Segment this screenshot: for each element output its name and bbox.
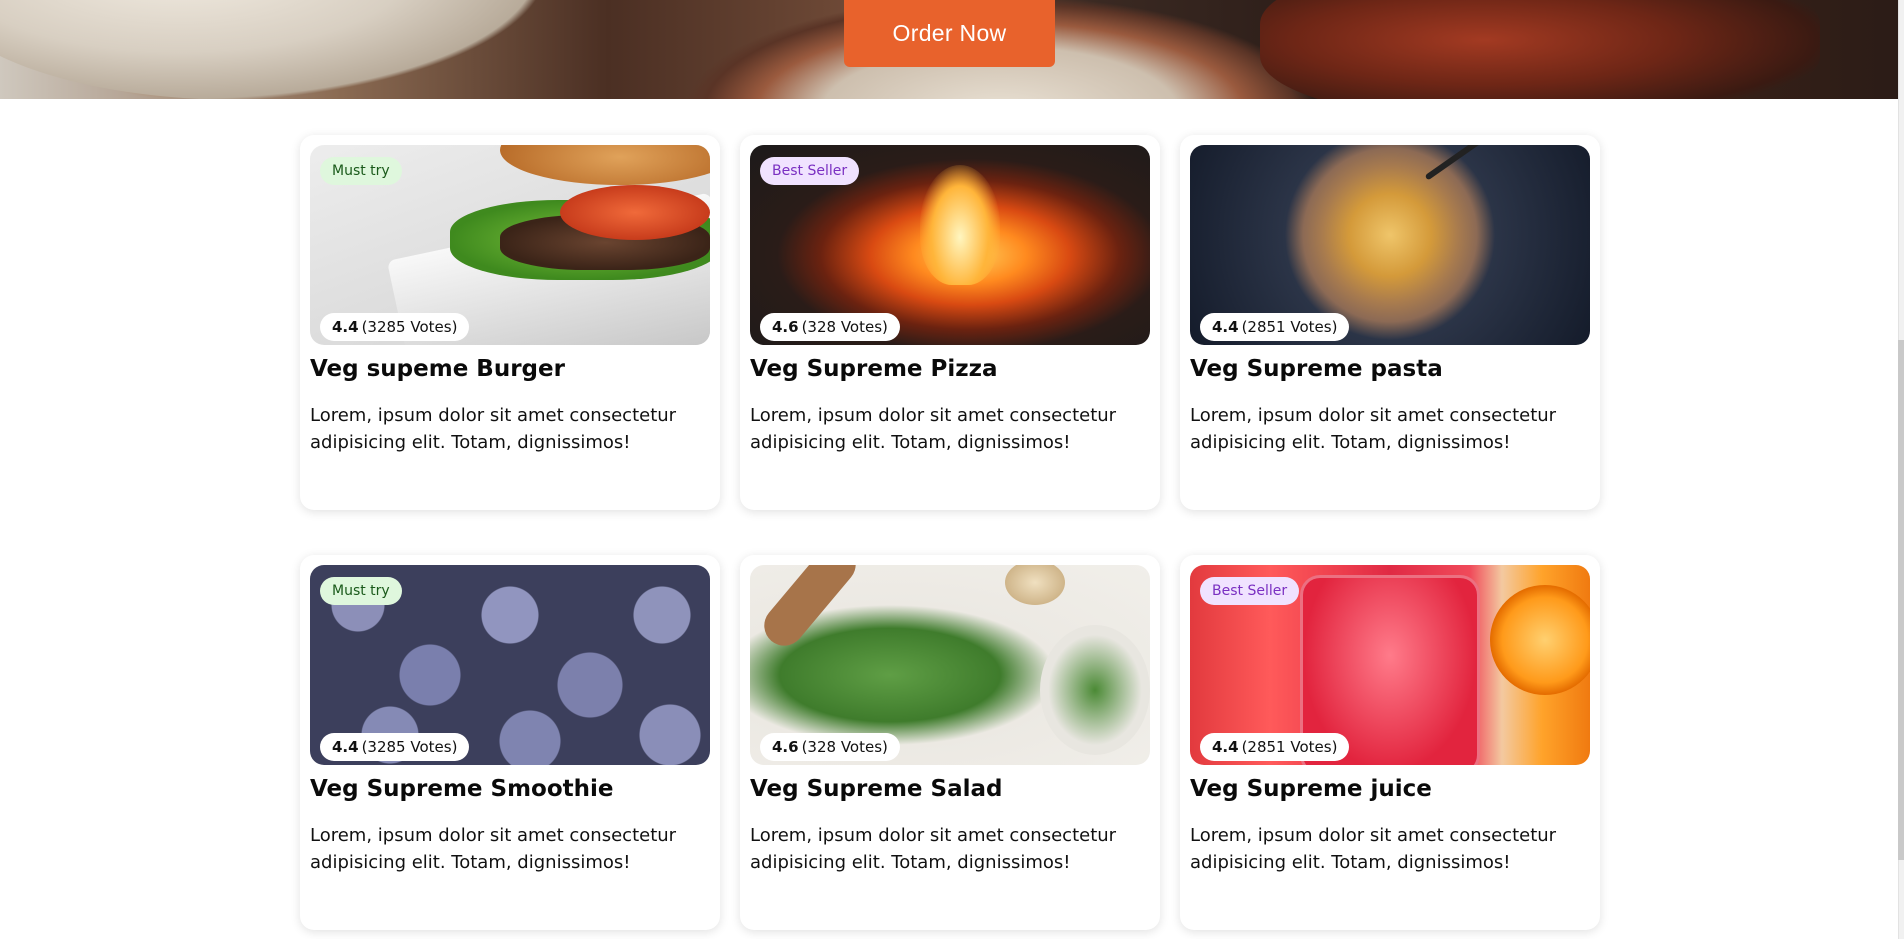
best-seller-badge: Best Seller — [760, 157, 860, 185]
rating-votes: (2851 Votes) — [1241, 738, 1338, 756]
rating-votes: (2851 Votes) — [1241, 318, 1338, 336]
card-description: Lorem, ipsum dolor sit amet consectetur … — [1190, 825, 1557, 873]
salad-image: 4.6 (328 Votes) — [750, 565, 1150, 765]
burger-image: Must try 4.4 (3285 Votes) — [310, 145, 710, 345]
card-title[interactable]: Veg Supreme Pizza — [750, 356, 1150, 382]
rating-score: 4.4 — [1212, 318, 1239, 336]
rating-score: 4.4 — [332, 318, 359, 336]
rating-votes: (3285 Votes) — [361, 318, 458, 336]
card-description: Lorem, ipsum dolor sit amet consectetur … — [1190, 405, 1557, 453]
rating-votes: (3285 Votes) — [361, 738, 458, 756]
rating-score: 4.6 — [772, 738, 799, 756]
card-title[interactable]: Veg Supreme pasta — [1190, 356, 1590, 382]
rating-badge: 4.4 (3285 Votes) — [320, 313, 470, 341]
rating-badge: 4.4 (2851 Votes) — [1200, 313, 1350, 341]
pasta-image: 4.4 (2851 Votes) — [1190, 145, 1590, 345]
menu-card[interactable]: Must try 4.4 (3285 Votes) Veg Supreme Smo… — [300, 555, 720, 930]
best-seller-badge: Best Seller — [1200, 577, 1300, 605]
card-title[interactable]: Veg supeme Burger — [310, 356, 710, 382]
card-title[interactable]: Veg Supreme Smoothie — [310, 776, 710, 802]
card-description: Lorem, ipsum dolor sit amet consectetur … — [310, 825, 677, 873]
scrollbar-thumb[interactable] — [1898, 340, 1904, 860]
rating-badge: 4.4 (2851 Votes) — [1200, 733, 1350, 761]
hero-plate-image — [0, 0, 540, 99]
rating-score: 4.4 — [1212, 738, 1239, 756]
rating-score: 4.6 — [772, 318, 799, 336]
page-scrollbar[interactable] — [1898, 0, 1904, 939]
rating-badge: 4.6 (328 Votes) — [760, 313, 900, 341]
card-description: Lorem, ipsum dolor sit amet consectetur … — [750, 825, 1117, 873]
card-description: Lorem, ipsum dolor sit amet consectetur … — [750, 405, 1117, 453]
menu-card[interactable]: Best Seller 4.6 (328 Votes) Veg Supreme P… — [740, 135, 1160, 510]
rating-badge: 4.6 (328 Votes) — [760, 733, 900, 761]
order-now-button[interactable]: Order Now — [844, 0, 1055, 67]
menu-card[interactable]: 4.4 (2851 Votes) Veg Supreme pasta Lorem,… — [1180, 135, 1600, 510]
menu-card[interactable]: Best Seller 4.4 (2851 Votes) Veg Supreme … — [1180, 555, 1600, 930]
rating-badge: 4.4 (3285 Votes) — [320, 733, 470, 761]
card-title[interactable]: Veg Supreme juice — [1190, 776, 1590, 802]
rating-votes: (328 Votes) — [801, 318, 888, 336]
must-try-badge: Must try — [320, 157, 402, 185]
menu-card[interactable]: Must try 4.4 (3285 Votes) Veg supeme Burg… — [300, 135, 720, 510]
card-title[interactable]: Veg Supreme Salad — [750, 776, 1150, 802]
rating-score: 4.4 — [332, 738, 359, 756]
juice-image: Best Seller 4.4 (2851 Votes) — [1190, 565, 1590, 765]
hero-food-image — [1260, 0, 1820, 99]
card-description: Lorem, ipsum dolor sit amet consectetur … — [310, 405, 677, 453]
must-try-badge: Must try — [320, 577, 402, 605]
blueberries-image: Must try 4.4 (3285 Votes) — [310, 565, 710, 765]
rating-votes: (328 Votes) — [801, 738, 888, 756]
menu-card[interactable]: 4.6 (328 Votes) Veg Supreme Salad Lorem, … — [740, 555, 1160, 930]
pizza-oven-image: Best Seller 4.6 (328 Votes) — [750, 145, 1150, 345]
